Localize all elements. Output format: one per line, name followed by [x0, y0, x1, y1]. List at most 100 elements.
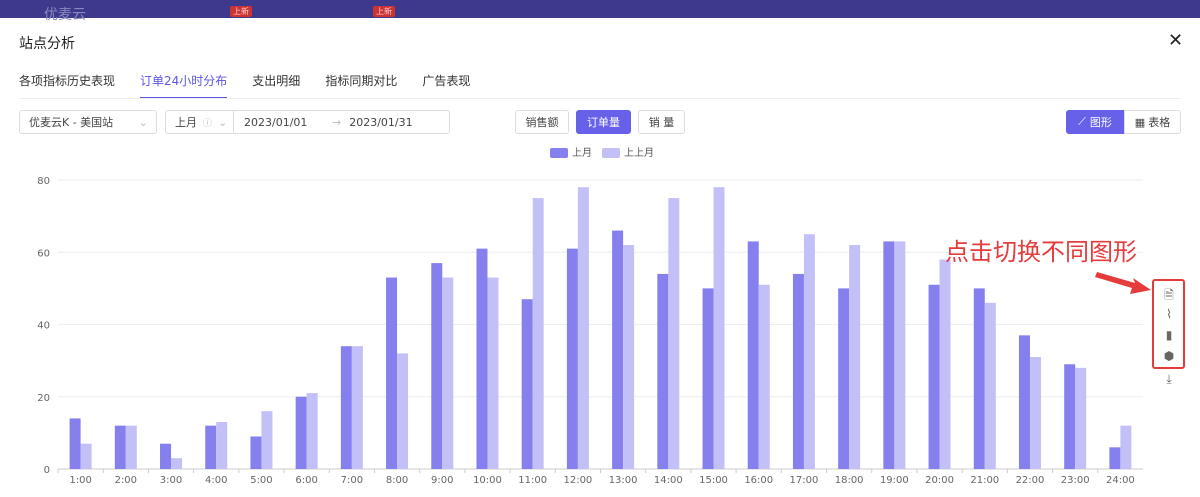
bar: [939, 259, 951, 469]
x-tick-label: 23:00: [1061, 475, 1090, 486]
bar: [1029, 357, 1041, 469]
y-tick-label: 0: [44, 465, 50, 476]
y-tick-label: 80: [37, 176, 50, 187]
x-tick-label: 20:00: [925, 475, 954, 486]
chart-view-label: 图形: [1089, 116, 1112, 129]
store-select[interactable]: 优麦云K - 美国站 ⌄: [19, 110, 157, 134]
x-tick-label: 10:00: [473, 475, 502, 486]
bar: [340, 346, 352, 469]
bar: [577, 187, 589, 469]
bar: [306, 393, 318, 469]
new-badge: 上新: [373, 6, 395, 17]
data-view-icon[interactable]: 🗎: [1161, 286, 1177, 302]
legend-item[interactable]: 上月: [550, 144, 592, 159]
bar: [894, 241, 906, 469]
bar: [69, 418, 81, 469]
bar: [984, 302, 996, 469]
table-view-button[interactable]: ▦ 表格: [1124, 110, 1181, 134]
bar: [521, 299, 533, 469]
x-tick-label: 17:00: [790, 475, 819, 486]
chevron-down-icon: ⌄: [138, 115, 148, 129]
bar: [702, 288, 714, 469]
x-tick-label: 14:00: [654, 475, 683, 486]
bar: [849, 245, 861, 469]
chevron-down-icon: ⌄: [218, 115, 228, 129]
bar: [612, 230, 624, 469]
tab-24h-orders[interactable]: 订单24小时分布: [140, 72, 228, 99]
app-header: 优麦云 上新 上新: [0, 0, 1200, 23]
tab-bar: 各项指标历史表现 订单24小时分布 支出明细 指标同期对比 广告表现: [19, 72, 495, 99]
x-tick-label: 8:00: [386, 475, 408, 486]
bar: [657, 273, 669, 469]
download-icon[interactable]: ⤓: [1161, 372, 1177, 388]
x-tick-label: 5:00: [250, 475, 272, 486]
x-tick-label: 24:00: [1106, 475, 1135, 486]
bar: [1109, 447, 1121, 469]
tab-expenses[interactable]: 支出明细: [252, 72, 300, 99]
metric-sales-button[interactable]: 销售额: [515, 110, 569, 134]
bar: [476, 248, 488, 469]
bar: [295, 396, 307, 469]
arrow-annotation: [1095, 272, 1151, 294]
x-tick-label: 16:00: [744, 475, 773, 486]
bar: [160, 443, 172, 469]
stack-icon[interactable]: ⬢: [1161, 349, 1177, 365]
bar: [792, 273, 804, 469]
end-date[interactable]: 2023/01/31: [349, 116, 412, 129]
legend-item[interactable]: 上上月: [602, 144, 654, 159]
logo: 优麦云: [44, 7, 86, 23]
bar-chart-icon[interactable]: ▮: [1161, 328, 1177, 344]
arrow-icon: →: [332, 115, 342, 129]
x-tick-label: 15:00: [699, 475, 728, 486]
bar: [386, 277, 398, 469]
x-tick-label: 7:00: [341, 475, 363, 486]
y-tick-label: 60: [37, 248, 50, 259]
tab-history[interactable]: 各项指标历史表现: [19, 72, 115, 99]
metric-units-button[interactable]: 销 量: [638, 110, 685, 134]
bar: [397, 353, 409, 469]
bar: [487, 277, 499, 469]
x-tick-label: 9:00: [431, 475, 453, 486]
metric-orders-button[interactable]: 订单量: [576, 110, 631, 134]
bar: [171, 458, 183, 469]
x-tick-label: 4:00: [205, 475, 227, 486]
legend-label: 上上月: [624, 148, 654, 159]
start-date[interactable]: 2023/01/01: [244, 116, 332, 129]
x-tick-label: 13:00: [609, 475, 638, 486]
x-tick-label: 6:00: [295, 475, 317, 486]
bar: [1120, 425, 1132, 469]
bar: [973, 288, 985, 469]
x-tick-label: 18:00: [835, 475, 864, 486]
chart-icon: ⟋: [1078, 115, 1086, 128]
line-chart-icon[interactable]: ⌇: [1161, 307, 1177, 323]
tab-yoy[interactable]: 指标同期对比: [325, 72, 397, 99]
bar: [758, 284, 770, 469]
period-select[interactable]: 上月 ⓘ ⌄: [166, 111, 234, 133]
bar: [205, 425, 217, 469]
date-range[interactable]: 上月 ⓘ ⌄ 2023/01/01 → 2023/01/31: [165, 110, 450, 134]
bar: [532, 198, 544, 469]
bar: [351, 346, 363, 469]
bar: [838, 288, 850, 469]
bar: [250, 436, 262, 469]
chart-view-button[interactable]: ⟋ 图形: [1066, 110, 1124, 134]
bar: [1064, 364, 1076, 469]
bar: [747, 241, 759, 469]
bar: [928, 284, 940, 469]
grid-icon: ▦: [1134, 115, 1146, 129]
y-tick-label: 20: [37, 393, 50, 404]
bar: [566, 248, 578, 469]
x-tick-label: 11:00: [518, 475, 547, 486]
bar: [442, 277, 454, 469]
bar: [216, 422, 228, 469]
tab-ads[interactable]: 广告表现: [422, 72, 470, 99]
bar: [668, 198, 680, 469]
close-icon[interactable]: ✕: [1168, 30, 1183, 51]
bar: [261, 411, 273, 469]
bar: [431, 263, 443, 469]
store-value: 优麦云K - 美国站: [29, 116, 114, 129]
bar: [883, 241, 895, 469]
info-icon: ⓘ: [203, 118, 213, 129]
bar: [803, 234, 815, 469]
divider: [19, 98, 1181, 99]
